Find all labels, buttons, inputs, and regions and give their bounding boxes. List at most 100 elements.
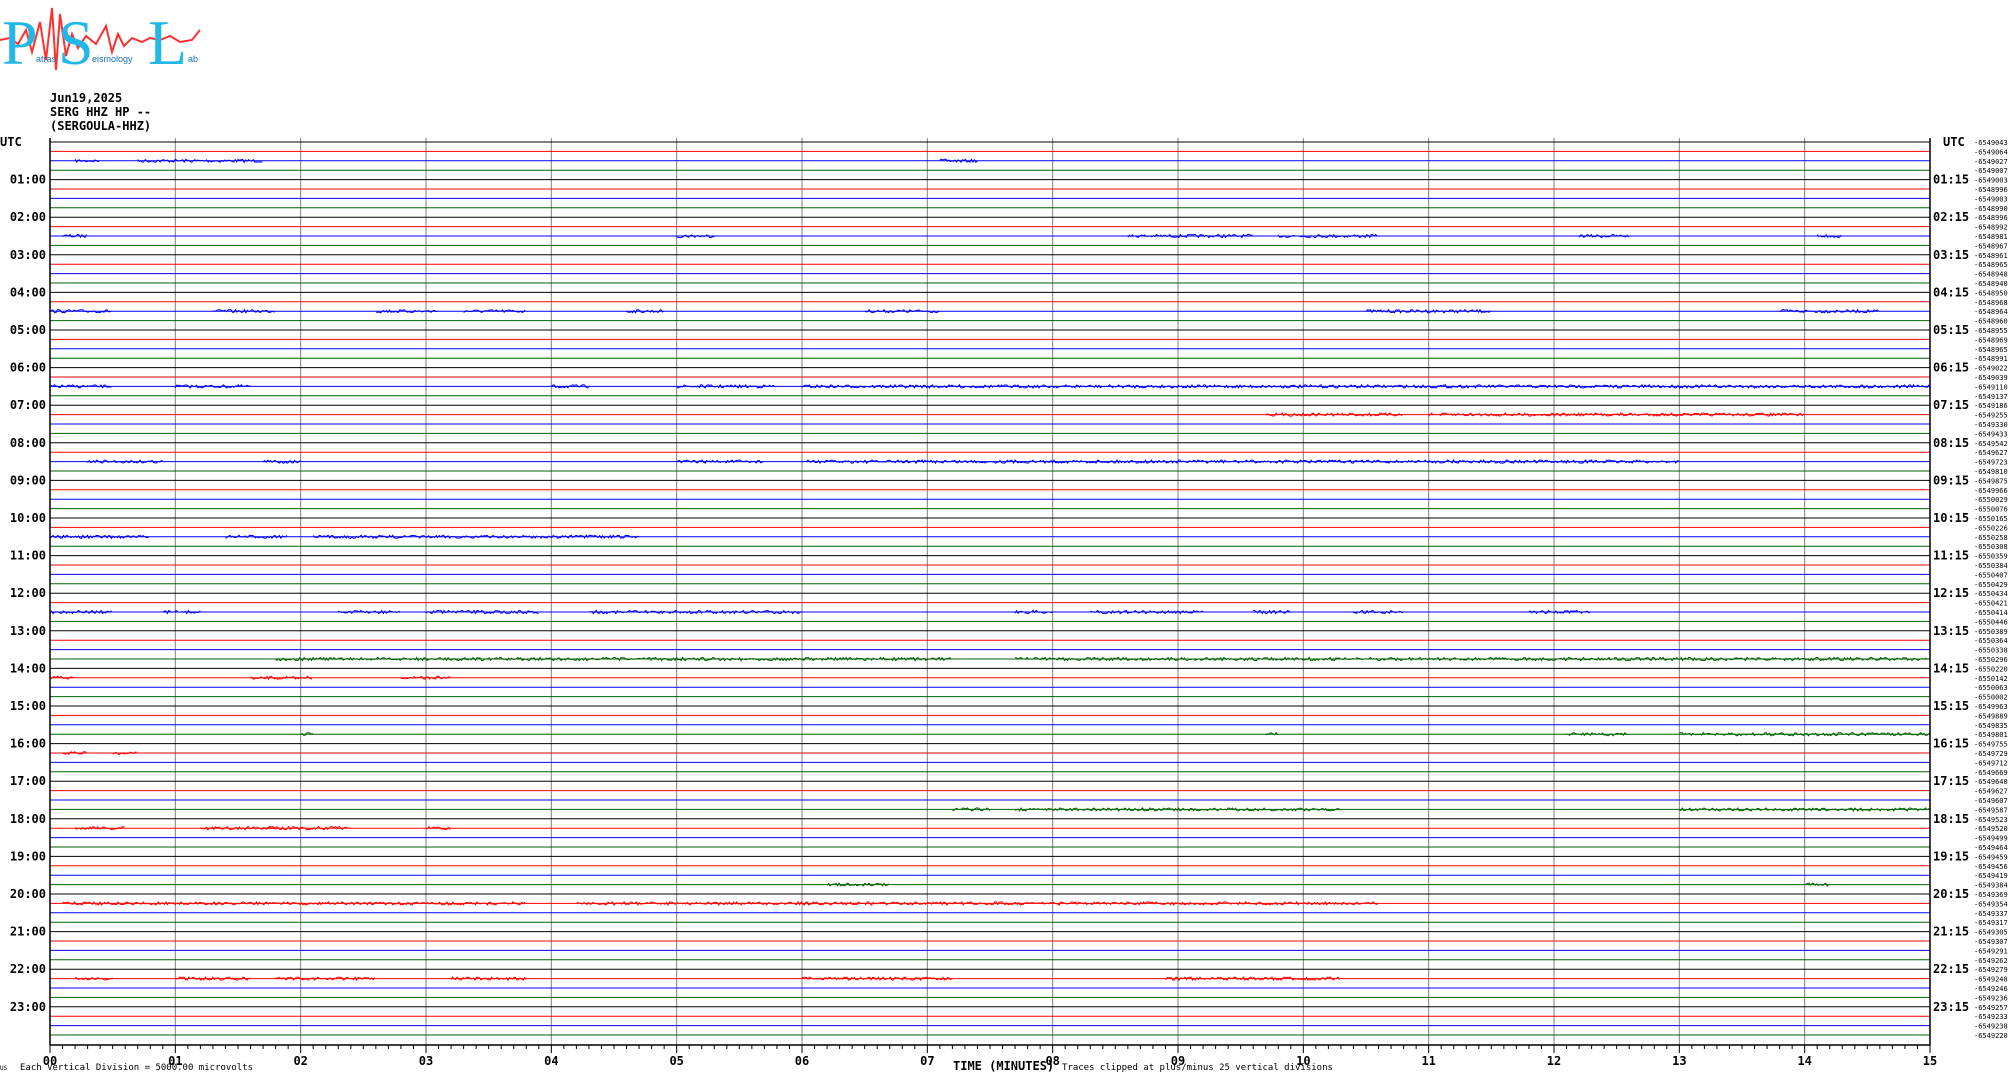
right-hour-label: 06:15 (1933, 361, 1969, 375)
trace-offset-label: -6550029 (1974, 496, 2008, 504)
trace-offset-label: -6549810 (1974, 468, 2008, 476)
left-hour-label: 09:00 (10, 473, 46, 487)
trace-offset-label: -6548992 (1974, 224, 2008, 232)
trace-offset-label: -6550421 (1974, 600, 2008, 608)
trace-offset-label: -6549137 (1974, 393, 2008, 401)
x-tick-label: 06 (795, 1054, 809, 1068)
trace-offset-label: -6550002 (1974, 694, 2008, 702)
trace-offset-label: -6549801 (1974, 731, 2008, 739)
trace-offset-label: -6549330 (1974, 421, 2008, 429)
right-hour-label: 09:15 (1933, 473, 1969, 487)
trace-offset-label: -6549291 (1974, 947, 2008, 955)
x-tick-label: 12 (1547, 1054, 1561, 1068)
trace-offset-label: -6549110 (1974, 383, 2008, 391)
right-hour-label: 15:15 (1933, 699, 1969, 713)
trace-offset-label: -6550446 (1974, 618, 2008, 626)
trace-offset-label: -6549640 (1974, 778, 2008, 786)
trace-offset-label: -6549835 (1974, 722, 2008, 730)
trace-offset-label: -6550364 (1974, 637, 2008, 645)
trace-offset-label: -6549279 (1974, 966, 2008, 974)
trace-offset-label: -6549627 (1974, 449, 2008, 457)
trace-offset-label: -6549220 (1974, 1032, 2008, 1040)
left-hour-label: 14:00 (10, 661, 46, 675)
trace-offset-label: -6549262 (1974, 957, 2008, 965)
trace-offset-label: -6548961 (1974, 252, 2008, 260)
trace-offset-label: -6549305 (1974, 929, 2008, 937)
right-hour-label: 07:15 (1933, 398, 1969, 412)
right-hour-label: 04:15 (1933, 285, 1969, 299)
right-hour-label: 20:15 (1933, 887, 1969, 901)
trace-offset-label: -6549027 (1974, 158, 2008, 166)
trace-activity (1428, 412, 1805, 418)
left-hour-label: 12:00 (10, 586, 46, 600)
trace-offset-label: -6549523 (1974, 816, 2008, 824)
trace-offset-label: -6549233 (1974, 1013, 2008, 1021)
trace-offset-label: -6548969 (1974, 336, 2008, 344)
trace-offset-label: -6550414 (1974, 609, 2008, 617)
x-tick-label: 15 (1923, 1054, 1937, 1068)
trace-offset-label: -6549003 (1974, 195, 2008, 203)
trace-offset-label: -6549875 (1974, 477, 2008, 485)
left-hour-label: 04:00 (10, 285, 46, 299)
trace-offset-label: -6549248 (1974, 976, 2008, 984)
trace-offset-label: -6550076 (1974, 506, 2008, 514)
left-hour-label: 05:00 (10, 323, 46, 337)
x-tick-label: 03 (419, 1054, 433, 1068)
trace-offset-label: -6549236 (1974, 994, 2008, 1002)
trace-offset-label: -6548965 (1974, 261, 2008, 269)
right-hour-label: 08:15 (1933, 436, 1969, 450)
x-axis-label: TIME (MINUTES) (953, 1059, 1054, 1073)
trace-offset-label: -6550142 (1974, 675, 2008, 683)
right-hour-label: 21:15 (1933, 925, 1969, 939)
trace-activity (137, 158, 263, 164)
x-tick-label: 14 (1797, 1054, 1811, 1068)
left-hour-label: 21:00 (10, 925, 46, 939)
left-hour-label: 02:00 (10, 210, 46, 224)
right-hour-label: 13:15 (1933, 624, 1969, 638)
trace-activity (1077, 900, 1378, 906)
trace-offset-label: -6548948 (1974, 271, 2008, 279)
right-hour-label: 18:15 (1933, 812, 1969, 826)
x-tick-label: 04 (544, 1054, 558, 1068)
trace-offset-label: -6549419 (1974, 872, 2008, 880)
trace-offset-label: -6549723 (1974, 459, 2008, 467)
left-hour-label: 10:00 (10, 511, 46, 525)
trace-offset-label: -6549246 (1974, 985, 2008, 993)
right-hour-label: 12:15 (1933, 586, 1969, 600)
trace-offset-label: -6549963 (1974, 703, 2008, 711)
trace-activity (275, 656, 464, 662)
left-hour-label: 07:00 (10, 398, 46, 412)
right-hour-label: 11:15 (1933, 549, 1969, 563)
trace-offset-label: -6549039 (1974, 374, 2008, 382)
trace-offset-label: -6548955 (1974, 327, 2008, 335)
right-hour-label: 22:15 (1933, 962, 1969, 976)
trace-offset-label: -6549317 (1974, 919, 2008, 927)
trace-offset-label: -6549007 (1974, 167, 2008, 175)
trace-offset-label: -6550308 (1974, 543, 2008, 551)
trace-offset-label: -6548990 (1974, 205, 2008, 213)
trace-offset-label: -6548981 (1974, 233, 2008, 241)
x-tick-label: 05 (669, 1054, 683, 1068)
trace-offset-label: -6550407 (1974, 571, 2008, 579)
right-hour-label: 01:15 (1933, 173, 1969, 187)
corner-mark: US (0, 1065, 8, 1072)
trace-offset-label: -6548965 (1974, 346, 2008, 354)
trace-activity (864, 308, 940, 314)
left-hour-label: 18:00 (10, 812, 46, 826)
left-hour-label: 23:00 (10, 1000, 46, 1014)
right-hour-label: 10:15 (1933, 511, 1969, 525)
trace-offset-label: -6550389 (1974, 628, 2008, 636)
trace-offset-label: -6548967 (1974, 242, 2008, 250)
trace-offset-label: -6549257 (1974, 1004, 2008, 1012)
trace-offset-label: -6549607 (1974, 797, 2008, 805)
trace-offset-label: -6549003 (1974, 177, 2008, 185)
trace-offset-label: -6549307 (1974, 938, 2008, 946)
trace-offset-label: -6549043 (1974, 139, 2008, 147)
trace-offset-label: -6550296 (1974, 656, 2008, 664)
trace-offset-label: -6549459 (1974, 853, 2008, 861)
left-hour-label: 15:00 (10, 699, 46, 713)
left-hour-label: 08:00 (10, 436, 46, 450)
trace-offset-label: -6550220 (1974, 665, 2008, 673)
trace-offset-label: -6549238 (1974, 1023, 2008, 1031)
footer-clip-note: Traces clipped at plus/minus 25 vertical… (1062, 1063, 1333, 1073)
